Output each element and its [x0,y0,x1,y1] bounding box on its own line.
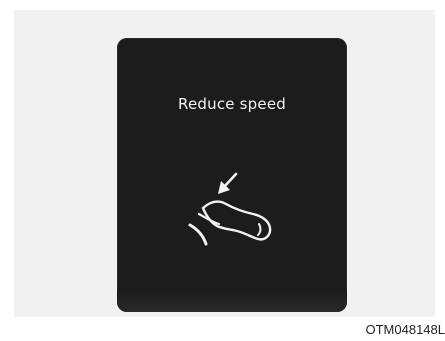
warning-message: Reduce speed [178,95,286,113]
cluster-display: Reduce speed [117,38,347,312]
figure-code-label: OTM048148L [365,322,445,337]
screen-bottom-edge [117,290,347,312]
down-arrow-icon [218,172,238,194]
pedal-icon [188,223,208,246]
foot-release-pedal-icon [188,172,272,246]
